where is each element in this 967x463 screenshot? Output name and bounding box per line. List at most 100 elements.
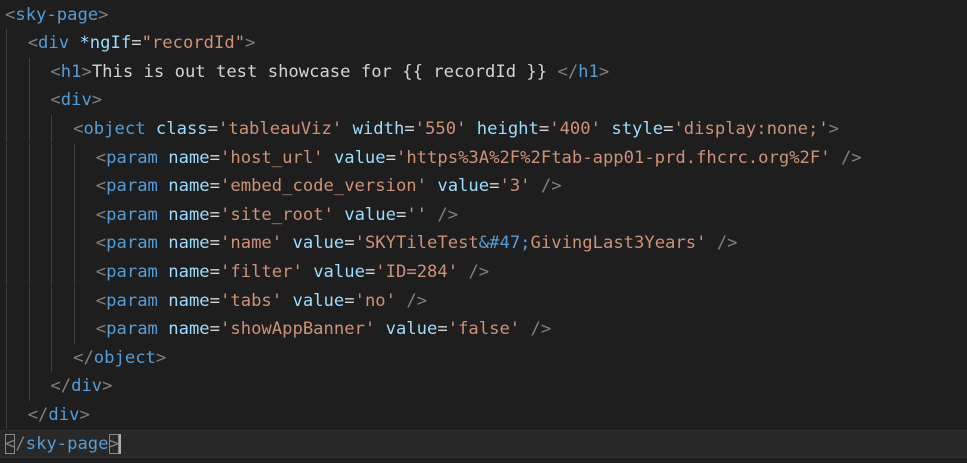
token-punct: < (95, 319, 107, 340)
code-line[interactable]: <param name='site_root' value='' /> (0, 200, 967, 230)
token-punct: > (245, 33, 256, 54)
code-line[interactable]: <param name='filter' value='ID=284' /> (0, 257, 967, 287)
token-attr: value (333, 147, 386, 168)
code-text: </div> (50, 372, 112, 401)
indent-guide (74, 257, 76, 287)
indent-guide (51, 257, 53, 287)
token-punct: > (79, 404, 90, 425)
token-punct: < (73, 118, 84, 139)
token-text: = (437, 319, 448, 340)
code-line[interactable]: <param name='showAppBanner' value='false… (0, 315, 967, 344)
code-line[interactable]: <div *ngIf="recordId"> (0, 29, 967, 58)
token-str: 'showAppBanner' (220, 319, 376, 340)
indent-guide (51, 143, 53, 173)
code-line[interactable]: <param name='host_url' value='https%3A%2… (0, 143, 967, 173)
code-text: <param name='site_root' value='' /> (96, 201, 458, 230)
token-attr: name (168, 147, 210, 168)
token-str: 'embed_code_version' (220, 176, 427, 197)
token-punct: > (98, 4, 109, 25)
indent-guide (51, 315, 53, 344)
token-text: = (131, 33, 142, 54)
token-text: This is out test showcase for {{ recordI… (91, 61, 558, 82)
token-text: = (209, 261, 221, 282)
indent-guide (6, 172, 7, 201)
code-text: <param name='filter' value='ID=284' /> (96, 258, 489, 287)
token-punct: < (95, 261, 107, 282)
indent-guide (28, 143, 30, 173)
token-tag: sky-page (15, 4, 99, 25)
code-line[interactable]: </div> (0, 372, 967, 401)
token-str: 'ID=284' (375, 261, 459, 282)
code-line[interactable]: <h1>This is out test showcase for {{ rec… (0, 57, 967, 87)
indent-guide (74, 143, 76, 173)
token-punct: /> (437, 204, 459, 225)
indent-guide (6, 315, 7, 344)
code-line[interactable]: <param name='name' value='SKYTileTest&#4… (0, 229, 967, 258)
code-text: </object> (73, 344, 166, 373)
token-attr: name (168, 233, 210, 254)
code-line[interactable]: <param name='tabs' value='no' /> (0, 286, 967, 316)
token-punct: < (27, 33, 39, 54)
token-attr: class (155, 118, 208, 139)
token-tag: object (83, 118, 146, 139)
token-str: '400' (549, 118, 601, 139)
token-tag: object (93, 347, 156, 368)
token-str: 'filter' (220, 261, 303, 282)
indent-guide (28, 114, 30, 144)
indent-guide (28, 57, 30, 87)
token-tag: param (106, 290, 158, 311)
indent-guide (28, 200, 30, 230)
token-str: 'site_root' (220, 204, 334, 225)
indent-guide (51, 200, 53, 230)
code-line[interactable]: <div> (0, 86, 967, 115)
indent-guide (74, 286, 76, 316)
token-str: 'false' (447, 319, 521, 340)
token-text: = (209, 204, 221, 225)
code-line[interactable]: <sky-page> (0, 1, 967, 30)
code-line[interactable]: <param name='embed_code_version' value='… (0, 172, 967, 201)
indent-guide (6, 400, 7, 430)
token-tag: param (106, 147, 158, 168)
indent-guide (74, 315, 76, 344)
indent-guide (74, 229, 76, 258)
token-attr: *ngIf (79, 33, 132, 54)
token-text: = (209, 176, 221, 197)
token-text: = (395, 204, 407, 225)
token-attr: value (344, 204, 396, 225)
token-text: = (385, 147, 396, 168)
code-editor[interactable]: <sky-page> <div *ngIf="recordId"> <h1>This… (0, 0, 967, 463)
indent-guide (6, 257, 7, 287)
token-tag: param (106, 261, 158, 282)
code-line-current[interactable]: </sky-page> (0, 429, 967, 459)
token-str: 'no' (354, 290, 396, 311)
token-punct: > (828, 118, 840, 139)
token-text: = (209, 290, 221, 311)
indent-guide (6, 286, 7, 316)
code-line[interactable]: <object class='tableauViz' width='550' h… (0, 114, 967, 144)
token-punct: > (102, 376, 113, 397)
code-line[interactable]: </div> (0, 400, 967, 430)
token-text: = (489, 176, 500, 197)
code-line[interactable]: </object> (0, 343, 967, 373)
token-text: = (209, 233, 221, 254)
token-str: '550' (414, 118, 467, 139)
token-tag: div (48, 404, 80, 425)
token-punct: < (95, 290, 107, 311)
indent-guide (6, 29, 7, 58)
token-punct: > (155, 347, 167, 368)
